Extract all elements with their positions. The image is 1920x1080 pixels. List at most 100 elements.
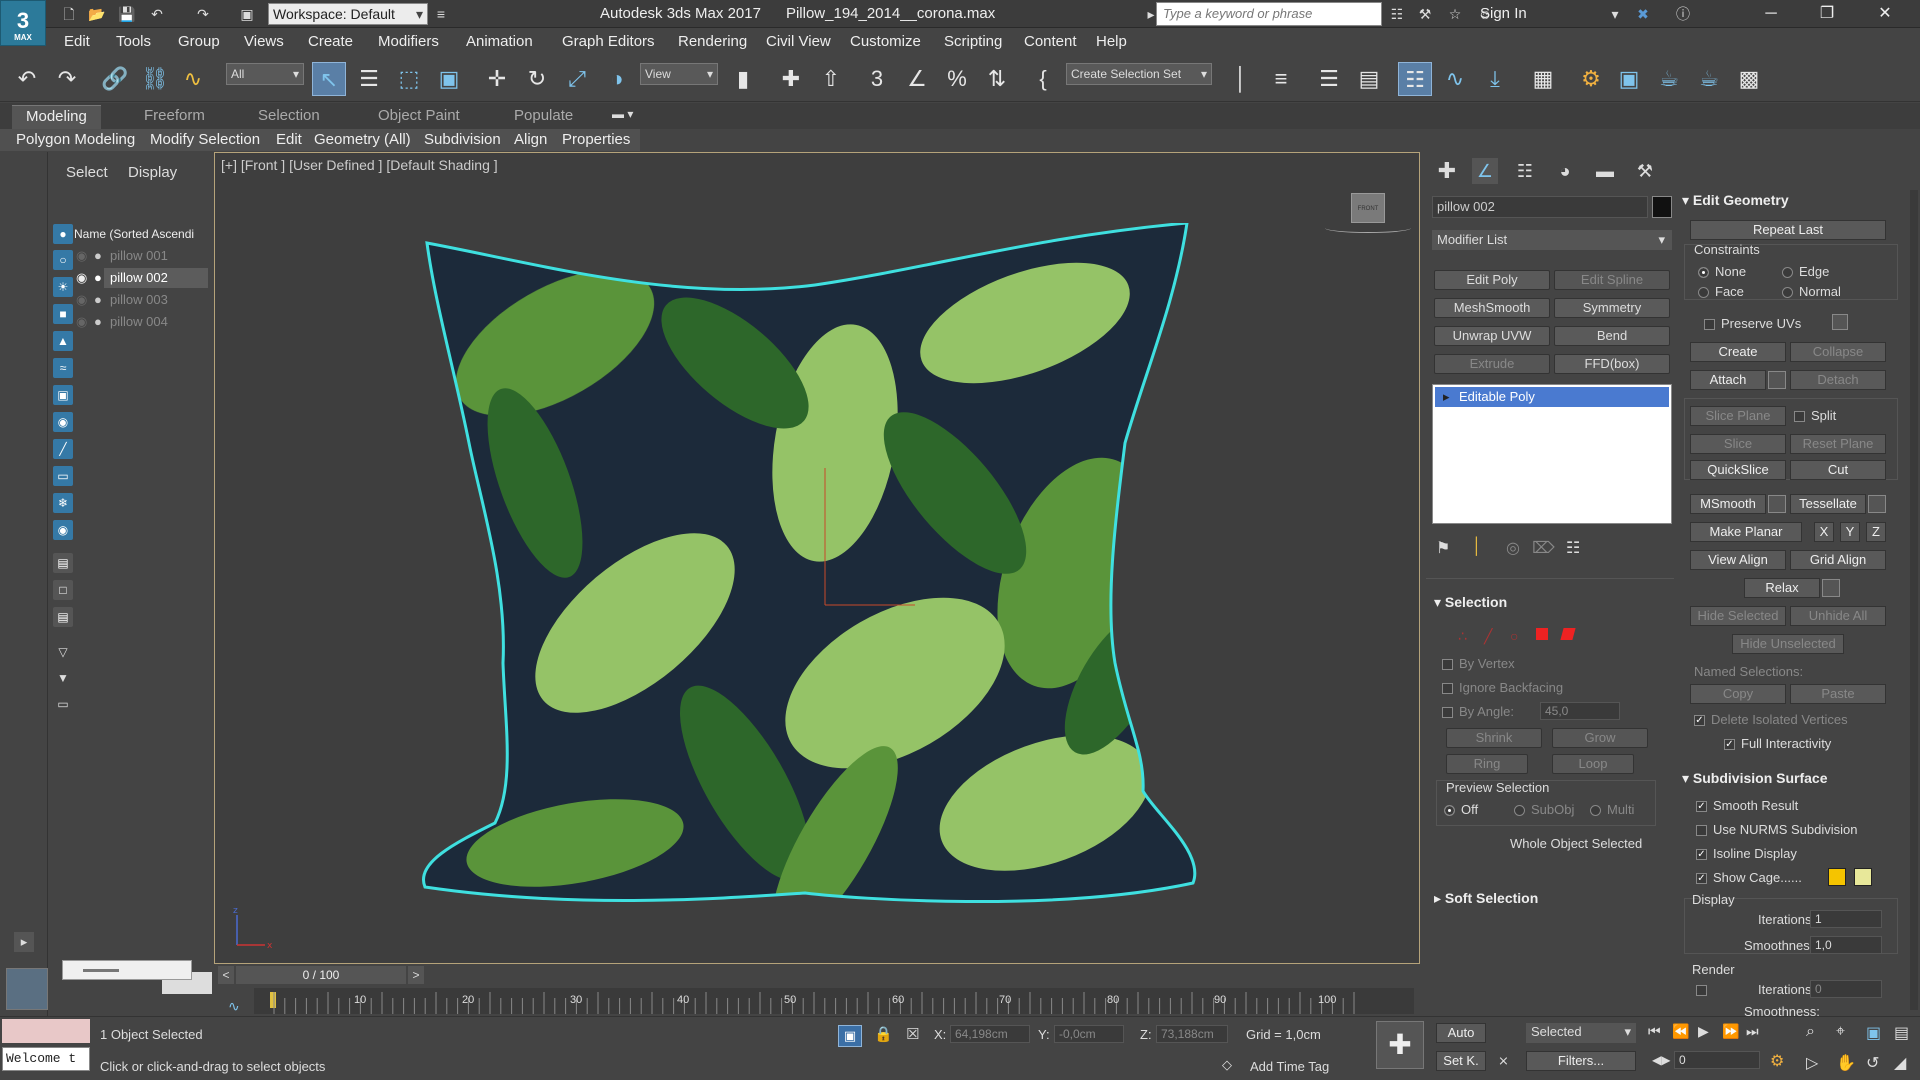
key-mode-icon[interactable]: ⨯ <box>1498 1053 1509 1069</box>
unwrap-uvw-button[interactable]: Unwrap UVW <box>1434 326 1550 346</box>
material-editor-icon[interactable]: ▦ <box>1526 62 1560 96</box>
constraint-none-radio[interactable]: None <box>1698 264 1746 279</box>
menu-civil-view[interactable]: Civil View <box>766 33 831 50</box>
display-xrefs-icon[interactable]: ◉ <box>53 412 73 432</box>
display-bones-icon[interactable]: ╱ <box>53 439 73 459</box>
msmooth-settings-icon[interactable] <box>1768 495 1786 513</box>
ribbon-modify-selection[interactable]: Modify Selection <box>150 131 260 148</box>
viewport-front[interactable]: [+] [Front ] [User Defined ] [Default Sh… <box>214 152 1420 964</box>
preview-off-radio[interactable]: Off <box>1444 802 1478 817</box>
vertex-mode-icon[interactable]: ∴ <box>1458 628 1467 645</box>
list-item-pillow-003[interactable]: ◉ ● pillow 003 <box>76 290 208 310</box>
reference-coordinate-dropdown[interactable]: View ▾ <box>640 63 718 85</box>
object-name-field[interactable]: pillow 002 <box>1432 196 1648 218</box>
viewcube[interactable]: FRONT <box>1351 193 1385 223</box>
subdivision-rollout-header[interactable]: ▾ Subdivision Surface <box>1682 770 1828 787</box>
save-file-icon[interactable]: 💾 <box>116 4 138 24</box>
pillow-mesh[interactable] <box>415 223 1215 913</box>
binoculars-icon[interactable]: ☷ <box>1386 4 1408 24</box>
undo-icon[interactable]: ↶ <box>10 62 44 96</box>
layer-icon[interactable]: ▭ <box>53 694 73 714</box>
menu-toggle-icon[interactable]: ≡ <box>430 4 452 24</box>
sign-in-link[interactable]: Sign In <box>1480 5 1527 22</box>
collapse-button[interactable]: Collapse <box>1790 342 1886 362</box>
bind-spacewarp-icon[interactable]: ∿ <box>176 62 210 96</box>
zoom-extents-icon[interactable]: ▣ <box>1866 1023 1881 1043</box>
viewcube-ring[interactable] <box>1325 223 1411 233</box>
redo-icon[interactable]: ↷ <box>192 4 214 24</box>
display-cameras-icon[interactable]: ■ <box>53 304 73 324</box>
edit-geometry-rollout-header[interactable]: ▾ Edit Geometry <box>1682 192 1789 209</box>
ribbon-options-icon[interactable]: ▬ ▾ <box>612 107 633 121</box>
display-lights-icon[interactable]: ☀ <box>53 277 73 297</box>
extrude-button[interactable]: Extrude <box>1434 354 1550 374</box>
next-key-icon[interactable]: ⏩ <box>1722 1023 1739 1040</box>
move-icon[interactable]: ✛ <box>480 62 514 96</box>
display-spacewarps-icon[interactable]: ≈ <box>53 358 73 378</box>
display-groups-icon[interactable]: ▣ <box>53 385 73 405</box>
modifier-list-dropdown[interactable]: Modifier List ▾ <box>1432 230 1672 250</box>
modifier-stack[interactable]: ▸ Editable Poly <box>1432 384 1672 524</box>
viewport-layout-icon[interactable] <box>6 968 48 1010</box>
by-vertex-checkbox[interactable]: By Vertex <box>1442 656 1515 671</box>
display-none-icon[interactable]: □ <box>53 580 73 600</box>
list-item-pillow-004[interactable]: ◉ ● pillow 004 <box>76 312 208 332</box>
view-align-button[interactable]: View Align <box>1690 550 1786 570</box>
snaps-toggle-icon[interactable]: 3 <box>860 62 894 96</box>
create-button[interactable]: Create <box>1690 342 1786 362</box>
link-icon[interactable]: 🔗 <box>98 62 132 96</box>
scene-scroll-track[interactable] <box>62 960 192 980</box>
display-containers-icon[interactable]: ▭ <box>53 466 73 486</box>
filters-button[interactable]: Filters... <box>1526 1051 1636 1071</box>
exchange-apps-icon[interactable]: ✖ <box>1632 4 1654 24</box>
keyboard-shortcut-icon[interactable]: ⇧ <box>814 62 848 96</box>
close-button[interactable]: ✕ <box>1862 0 1908 28</box>
cage-color-swatch-2[interactable] <box>1854 868 1872 886</box>
named-selection-set-dropdown[interactable]: Create Selection Set ▾ <box>1066 63 1212 85</box>
menu-animation[interactable]: Animation <box>466 33 533 50</box>
eye-icon[interactable]: ◉ <box>76 290 87 310</box>
tab-modeling[interactable]: Modeling <box>12 105 101 129</box>
display-all-icon[interactable]: ▤ <box>53 553 73 573</box>
mirror-icon[interactable]: │ <box>1224 62 1258 96</box>
paste-button[interactable]: Paste <box>1790 684 1886 704</box>
ribbon-polygon-modeling[interactable]: Polygon Modeling <box>16 131 135 148</box>
render-setup-icon[interactable]: ⚙ <box>1574 62 1608 96</box>
rotate-icon[interactable]: ↻ <box>520 62 554 96</box>
angle-spinner[interactable]: 45,0 <box>1540 702 1620 720</box>
menu-group[interactable]: Group <box>178 33 220 50</box>
soft-selection-rollout-header[interactable]: ▸ Soft Selection <box>1434 890 1538 907</box>
create-tab-icon[interactable]: ✚ <box>1434 158 1460 184</box>
select-manipulate-icon[interactable]: ✚ <box>774 62 808 96</box>
ribbon-align[interactable]: Align <box>514 131 547 148</box>
selection-rollout-header[interactable]: ▾ Selection <box>1434 594 1507 611</box>
show-end-result-icon[interactable]: │ <box>1472 538 1482 556</box>
hide-selected-button[interactable]: Hide Selected <box>1690 606 1786 626</box>
display-helpers-icon[interactable]: ▲ <box>53 331 73 351</box>
make-unique-icon[interactable]: ◎ <box>1506 538 1520 558</box>
cage-color-swatch-1[interactable] <box>1828 868 1846 886</box>
repeat-last-button[interactable]: Repeat Last <box>1690 220 1886 240</box>
viewport-label[interactable]: [+] [Front ] [User Defined ] [Default Sh… <box>221 157 498 173</box>
relax-settings-icon[interactable] <box>1822 579 1840 597</box>
edit-poly-button[interactable]: Edit Poly <box>1434 270 1550 290</box>
slice-plane-button[interactable]: Slice Plane <box>1690 406 1786 426</box>
ffd-box-button[interactable]: FFD(box) <box>1554 354 1670 374</box>
scrollbar-vertical[interactable] <box>1910 190 1918 1010</box>
planar-y-button[interactable]: Y <box>1840 522 1860 542</box>
relax-button[interactable]: Relax <box>1744 578 1820 598</box>
shrink-button[interactable]: Shrink <box>1446 728 1542 748</box>
scroll-thumb[interactable] <box>83 969 119 972</box>
tessellate-button[interactable]: Tessellate <box>1790 494 1866 514</box>
ring-button[interactable]: Ring <box>1446 754 1528 774</box>
menu-create[interactable]: Create <box>308 33 353 50</box>
utilities-tab-icon[interactable]: ⚒ <box>1632 158 1658 184</box>
absolute-mode-icon[interactable]: ☒ <box>906 1025 919 1043</box>
angle-snap-icon[interactable]: ∠ <box>900 62 934 96</box>
goto-end-icon[interactable]: ⏭ <box>1746 1023 1759 1040</box>
layer-explorer-icon[interactable]: ☰ <box>1312 62 1346 96</box>
display-smoothness-spinner[interactable]: 1,0 <box>1810 936 1882 954</box>
border-mode-icon[interactable]: ○ <box>1510 628 1518 644</box>
eye-icon[interactable]: ◉ <box>76 268 87 288</box>
curve-editor-icon[interactable]: ∿ <box>1438 62 1472 96</box>
